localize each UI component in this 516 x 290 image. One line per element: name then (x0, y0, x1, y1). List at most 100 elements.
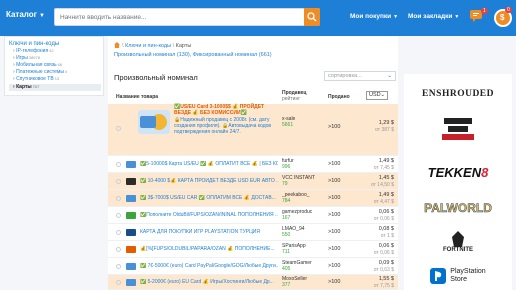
price: 1,49 $ от 4,47 $ (373, 192, 394, 205)
seller-name[interactable]: gamezproduc 167 (282, 209, 326, 221)
search-button[interactable] (304, 8, 320, 26)
product-name[interactable]: ✅Пополните OlduBil/FUPS/OZAN/ININAL ПОПО… (140, 212, 278, 218)
product-name[interactable]: 💰[%]FUPS/OLDUBIL/PAPARA/OZAN 💰 ПОПОЛНЕНИ… (140, 246, 278, 252)
product-name[interactable]: ✅ 3$-7000$ US/EU CAR ✅ ОПЛАТИМ ВСЕ 💰 ДОС… (140, 195, 278, 201)
table-row[interactable]: КАРТА ДЛЯ ПОКУПКИ ИГР PLAYSTATION ТУРЦИЯ… (108, 224, 398, 241)
catalog-label: Каталог (6, 10, 37, 19)
banner-enshrouded[interactable]: ENSHROUDED (412, 80, 504, 108)
table-row[interactable]: ✅Пополните OlduBil/FUPS/OZAN/ININAL ПОПО… (108, 207, 398, 224)
price: 0,08 $ от 1 $ (378, 226, 394, 239)
product-name[interactable]: ✅ 10-4000 $💰 КАРТА ПРОЙДЁТ ВЕЗДЕ USD EUR… (140, 178, 278, 184)
col-sold[interactable]: Продано (328, 94, 350, 100)
chevron-down-icon: ⌄ (380, 92, 385, 98)
table-row[interactable]: ✅ 5-2000€ (euro) EU Card 💰 Игры/Хостинги… (108, 275, 398, 290)
col-product[interactable]: Название товара (116, 94, 158, 100)
seller-rating: 550 (282, 232, 291, 238)
fortnite-label: FORTNITE (443, 247, 473, 253)
sidebar-item-ip[interactable]: › IP-телефония42 (13, 48, 54, 54)
breadcrumb-cards: Карты (175, 43, 192, 49)
product-name[interactable]: ✅5-10000$ Карта US/EU ✅ 💰 ОПЛАТИТ ВСЕ 💰 … (140, 161, 278, 167)
breadcrumb-keys[interactable]: Ключи и пин-коды (125, 43, 171, 49)
section-title: Произвольный номинал (114, 73, 198, 82)
search-icon (307, 12, 317, 22)
table-row[interactable]: ✅ 10-4000 $💰 КАРТА ПРОЙДЁТ ВЕЗДЕ USD EUR… (108, 173, 398, 190)
sold-count: >100 (328, 178, 341, 184)
seller-name[interactable]: SParisApp 711 (282, 243, 326, 255)
product-name[interactable]: ✅ 7€-5000€ (euro) Card PayPal/Google/GOG… (140, 263, 278, 269)
search-input[interactable] (55, 9, 303, 25)
seller-name[interactable]: furfur 996 (282, 158, 326, 170)
featured-desc: 🔒Надежный продавец с 2008г. (см. дату со… (174, 116, 272, 136)
seller-name[interactable]: VCC INSTANT 79 (282, 175, 326, 187)
chevron-down-icon: ▼ (454, 14, 460, 20)
product-name[interactable]: ✅ 5-2000€ (euro) EU Card 💰 Игры/Хостинги… (140, 279, 278, 285)
row-checkbox[interactable] (116, 126, 121, 131)
row-checkbox[interactable] (116, 280, 121, 285)
row-checkbox[interactable] (116, 247, 121, 252)
banner-fortnite[interactable]: FORTNITE (412, 228, 504, 256)
banner-playstation-store[interactable]: PlayStation Store (412, 262, 504, 290)
card-thumbnail (126, 229, 136, 236)
subcategory-tabs[interactable]: Произвольный номинал (130), Фиксированны… (114, 52, 272, 58)
row-checkbox[interactable] (116, 230, 121, 235)
row-checkbox[interactable] (116, 213, 121, 218)
featured-title[interactable]: ✅US/EU Card 3-1000$$ 💰 ПРОЙДЕТ ВЕЗДЕ 💰 Б… (174, 104, 282, 135)
card-thumbnail (126, 161, 136, 168)
seller-rating: 79 (282, 181, 288, 187)
seller-rating: 405 (282, 266, 291, 272)
row-checkbox[interactable] (116, 162, 121, 167)
table-row[interactable]: ✅ 3$-7000$ US/EU CAR ✅ ОПЛАТИМ ВСЕ 💰 ДОС… (108, 190, 398, 207)
banner-game-logo[interactable] (412, 116, 504, 144)
table-row[interactable]: 💰[%]FUPS/OLDUBIL/PAPARA/OZAN 💰 ПОПОЛНЕНИ… (108, 241, 398, 258)
home-icon[interactable] (114, 42, 120, 48)
playstation-label: PlayStation (450, 268, 486, 275)
sidebar-title[interactable]: Ключи и пин-коды (9, 41, 59, 47)
sidebar-item-games[interactable]: › Игры38978 (13, 55, 40, 61)
seller-name[interactable]: LMAO_94 550 (282, 226, 326, 238)
seller-name[interactable]: SteamGamer 405 (282, 260, 326, 272)
card-thumbnail (126, 263, 136, 270)
seller-rating: 5661 (282, 122, 294, 128)
table-row[interactable]: ✅ 7€-5000€ (euro) Card PayPal/Google/GOG… (108, 258, 398, 275)
banner-palworld[interactable]: PALWORLD (412, 194, 504, 222)
seller-name[interactable]: _peekaboo_ 784 (282, 192, 326, 204)
catalog-menu[interactable]: Каталог ▼ (6, 10, 45, 19)
price: 0,06 $ от 0,06 $ (373, 243, 394, 256)
card-thumbnail (126, 212, 136, 219)
sold-count: >100 (328, 246, 341, 252)
sort-select[interactable]: сортировка... ⌄ (324, 71, 396, 81)
price: 0,09 $ от 0,63 $ (373, 260, 394, 273)
row-checkbox[interactable] (116, 179, 121, 184)
seller-rating: 377 (282, 282, 291, 288)
sold-count: >100 (328, 195, 341, 201)
sold-count: >100 (328, 229, 341, 235)
chevron-down-icon: ▼ (39, 13, 45, 19)
card-thumbnail (126, 246, 136, 253)
price: 1,55 $ от 7,75 $ (373, 276, 394, 289)
price: 1,45 $ от 14,50 $ (370, 175, 394, 188)
my-bookmarks-link[interactable]: Мои закладки ▼ (408, 13, 459, 20)
sidebar-item-cards[interactable]: › Карты767 (9, 84, 101, 91)
my-purchases-link[interactable]: Мои покупки ▼ (350, 13, 398, 20)
main-content: \ Ключи и пин-коды \ Карты Произвольный … (108, 36, 398, 290)
seller-name[interactable]: x-sale 5661 (282, 116, 326, 128)
seller-name[interactable]: MoxoSeller 377 (282, 276, 326, 288)
card-thumbnail[interactable] (138, 110, 170, 134)
currency-select[interactable]: USD ⌄ (366, 91, 388, 100)
sidebar: Ключи и пин-коды › IP-телефония42 › Игры… (4, 36, 104, 96)
table-header: Название товара Продавец рейтинг Продано (108, 88, 398, 104)
row-checkbox[interactable] (116, 196, 121, 201)
sidebar-item-payment[interactable]: › Платежные системы4 (13, 69, 67, 75)
chevron-down-icon: ⌄ (387, 73, 392, 79)
price: 0,06 $ от 0,06 $ (373, 209, 394, 222)
breadcrumb: \ Ключи и пин-коды \ Карты (114, 42, 191, 49)
product-name[interactable]: КАРТА ДЛЯ ПОКУПКИ ИГР PLAYSTATION ТУРЦИЯ (140, 229, 278, 235)
sidebar-item-satellite[interactable]: › Спутниковое ТВ13 (13, 76, 59, 82)
table-row[interactable]: ✅5-10000$ Карта US/EU ✅ 💰 ОПЛАТИТ ВСЕ 💰 … (108, 156, 398, 173)
playstation-icon (430, 268, 447, 284)
banner-tekken[interactable]: TEKKEN 8 (412, 158, 504, 186)
card-thumbnail (126, 195, 136, 202)
sidebar-item-mobile[interactable]: › Мобильная связь66 (13, 62, 62, 68)
sold-count: >100 (328, 124, 341, 130)
row-checkbox[interactable] (116, 264, 121, 269)
